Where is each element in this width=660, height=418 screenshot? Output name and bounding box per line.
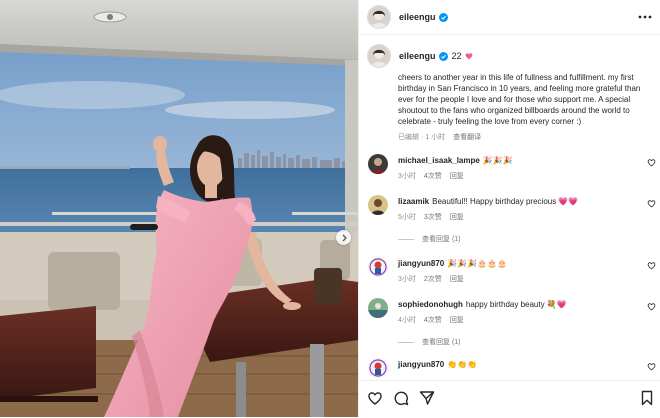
commenter-avatar[interactable]	[368, 298, 388, 318]
save-button[interactable]	[639, 390, 655, 406]
post-details-panel: eileengu eileengu 22 cheers to another y…	[358, 0, 660, 418]
commenter-avatar[interactable]	[368, 195, 388, 215]
comment-likes[interactable]: 2次赞	[424, 274, 442, 284]
reply-link[interactable]: 回复	[450, 212, 464, 222]
commenter-avatar[interactable]	[368, 358, 388, 378]
comment-time: 3小时	[398, 173, 416, 180]
commenter-username[interactable]: jiangyun870	[398, 360, 444, 369]
heart-outline-icon[interactable]	[647, 158, 656, 167]
heart-outline-icon[interactable]	[647, 362, 656, 371]
comment-likes[interactable]: 4次赞	[424, 315, 442, 325]
send-icon	[419, 391, 435, 405]
post-caption: eileengu 22 cheers to another year in th…	[359, 44, 660, 141]
comment-meta: 5小时 3次赞 回复	[398, 212, 464, 222]
verified-badge-icon	[438, 51, 448, 61]
comment-text: 👏👏👏	[447, 360, 478, 369]
comment-text: 🎉🎉🎉	[482, 156, 513, 165]
comment-meta: 3小时 2次赞 回复	[398, 274, 464, 284]
edited-label: 已编辑 · 1 小时	[398, 134, 446, 141]
more-options-button[interactable]	[638, 10, 652, 24]
like-button[interactable]	[367, 390, 383, 406]
comment-button[interactable]	[393, 390, 409, 406]
heart-outline-icon[interactable]	[647, 199, 656, 208]
yacht-birthday-photo	[0, 0, 358, 417]
view-replies-button[interactable]: 查看回复 (1)	[398, 337, 461, 347]
comment-meta: 3小时 4次赞 回复	[398, 171, 464, 181]
commenter-username[interactable]: sophiedonohugh	[398, 300, 463, 309]
bookmark-icon	[641, 390, 653, 406]
post-photo	[0, 0, 358, 417]
view-replies-button[interactable]: 查看回复 (1)	[398, 234, 461, 244]
more-options-icon	[638, 15, 652, 19]
heart-outline-icon[interactable]	[647, 302, 656, 311]
comment-time: 4小时	[398, 317, 416, 324]
commenter-avatar[interactable]	[368, 154, 388, 174]
reply-link[interactable]: 回复	[450, 171, 464, 181]
comment-time: 3小时	[398, 276, 416, 283]
comment-icon	[394, 391, 409, 406]
carousel-next-button[interactable]	[336, 230, 351, 245]
share-button[interactable]	[419, 390, 435, 406]
author-username[interactable]: eileengu	[399, 12, 436, 22]
comment-meta: 4小时 4次赞 回复	[398, 315, 464, 325]
chevron-right-icon	[342, 234, 347, 241]
reply-link[interactable]: 回复	[450, 315, 464, 325]
comment-time: 5小时	[398, 214, 416, 221]
caption-author-avatar[interactable]	[367, 44, 391, 68]
verified-badge-icon	[438, 12, 448, 22]
caption-age-number: 22	[451, 51, 462, 61]
post-action-bar	[359, 380, 660, 418]
commenter-username[interactable]: michael_isaak_lampe	[398, 156, 480, 165]
heart-outline-icon	[368, 392, 382, 405]
commenter-avatar[interactable]	[368, 257, 388, 277]
instagram-post-view: eileengu eileengu 22 cheers to another y…	[0, 0, 660, 418]
comment-likes[interactable]: 3次赞	[424, 212, 442, 222]
post-header: eileengu	[359, 0, 660, 35]
heart-outline-icon[interactable]	[647, 261, 656, 270]
caption-meta: 已编辑 · 1 小时 查看翻译	[398, 132, 481, 142]
pink-heart-emoji-icon	[465, 53, 472, 60]
commenter-username[interactable]: jiangyun870	[398, 259, 444, 268]
caption-author-username[interactable]: eileengu	[399, 51, 436, 61]
comment-text: happy birthday beauty 💐💗	[465, 300, 567, 309]
comment-likes[interactable]: 4次赞	[424, 171, 442, 181]
commenter-username[interactable]: lizaamik	[398, 197, 429, 206]
comment-text: Beautiful!! Happy birthday precious 💗💗	[432, 197, 579, 206]
comment-text: 🎉🎉🎉🎂🎂🎂	[447, 259, 508, 268]
author-avatar[interactable]	[367, 5, 391, 29]
reply-link[interactable]: 回复	[450, 274, 464, 284]
see-translation-link[interactable]: 查看翻译	[453, 132, 481, 142]
caption-text: cheers to another year in this life of f…	[398, 73, 641, 126]
